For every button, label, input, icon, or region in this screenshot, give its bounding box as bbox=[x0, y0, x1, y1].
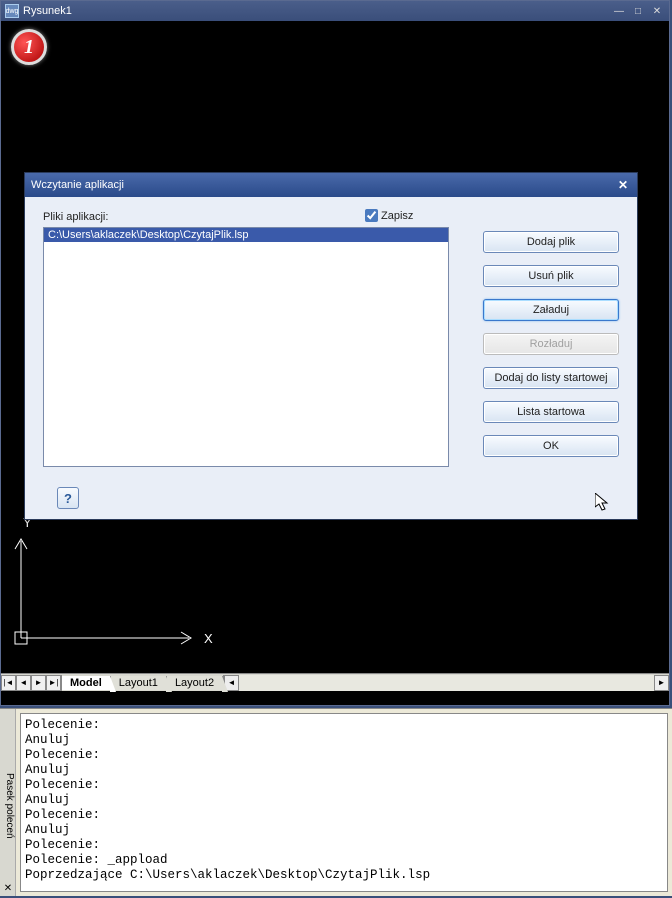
x-axis-label: X bbox=[204, 631, 213, 646]
command-panel: Pasek poleceń ✕ Polecenie: Anuluj Polece… bbox=[0, 708, 672, 896]
save-checkbox[interactable] bbox=[365, 209, 378, 222]
unload-button: Rozładuj bbox=[483, 333, 619, 355]
app-icon: dwg bbox=[5, 4, 19, 18]
hscroll-right[interactable]: ► bbox=[654, 675, 669, 691]
layout-tab-bar: |◄ ◄ ► ►| Model Layout1 Layout2 ◄ ► bbox=[1, 673, 669, 691]
load-apps-dialog: Wczytanie aplikacji ✕ Pliki aplikacji: Z… bbox=[24, 172, 638, 520]
window-title: Rysunek1 bbox=[23, 5, 611, 17]
tab-layout1[interactable]: Layout1 bbox=[111, 676, 167, 690]
step-number: 1 bbox=[24, 36, 34, 59]
save-checkbox-row[interactable]: Zapisz bbox=[365, 209, 413, 222]
command-panel-label: Pasek poleceń ✕ bbox=[0, 709, 16, 896]
command-panel-close[interactable]: ✕ bbox=[2, 882, 14, 894]
ok-button[interactable]: OK bbox=[483, 435, 619, 457]
load-button[interactable]: Załaduj bbox=[483, 299, 619, 321]
dialog-titlebar: Wczytanie aplikacji ✕ bbox=[25, 173, 637, 197]
startup-list-button[interactable]: Lista startowa bbox=[483, 401, 619, 423]
tab-layout2[interactable]: Layout2 bbox=[167, 676, 223, 690]
tab-nav-first[interactable]: |◄ bbox=[1, 675, 16, 691]
save-checkbox-label: Zapisz bbox=[381, 210, 413, 222]
help-button[interactable]: ? bbox=[57, 487, 79, 509]
tab-nav: |◄ ◄ ► ►| bbox=[1, 675, 62, 691]
tab-nav-next[interactable]: ► bbox=[31, 675, 46, 691]
add-to-startup-button[interactable]: Dodaj do listy startowej bbox=[483, 367, 619, 389]
minimize-button[interactable]: — bbox=[611, 4, 627, 18]
file-list[interactable]: C:\Users\aklaczek\Desktop\CzytajPlik.lsp bbox=[43, 227, 449, 467]
file-list-item[interactable]: C:\Users\aklaczek\Desktop\CzytajPlik.lsp bbox=[44, 228, 448, 242]
tab-nav-prev[interactable]: ◄ bbox=[16, 675, 31, 691]
files-label: Pliki aplikacji: bbox=[43, 211, 619, 223]
maximize-button[interactable]: □ bbox=[630, 4, 646, 18]
close-button[interactable]: ✕ bbox=[649, 4, 665, 18]
main-titlebar: dwg Rysunek1 — □ ✕ bbox=[1, 1, 669, 21]
dialog-title: Wczytanie aplikacji bbox=[31, 179, 615, 191]
step-badge: 1 bbox=[11, 29, 47, 65]
tab-model[interactable]: Model bbox=[62, 676, 111, 690]
ucs-icon: Y X bbox=[9, 513, 229, 663]
add-file-button[interactable]: Dodaj plik bbox=[483, 231, 619, 253]
dialog-close-button[interactable]: ✕ bbox=[615, 177, 631, 193]
command-history[interactable]: Polecenie: Anuluj Polecenie: Anuluj Pole… bbox=[20, 713, 668, 892]
remove-file-button[interactable]: Usuń plik bbox=[483, 265, 619, 287]
tab-nav-last[interactable]: ►| bbox=[46, 675, 61, 691]
